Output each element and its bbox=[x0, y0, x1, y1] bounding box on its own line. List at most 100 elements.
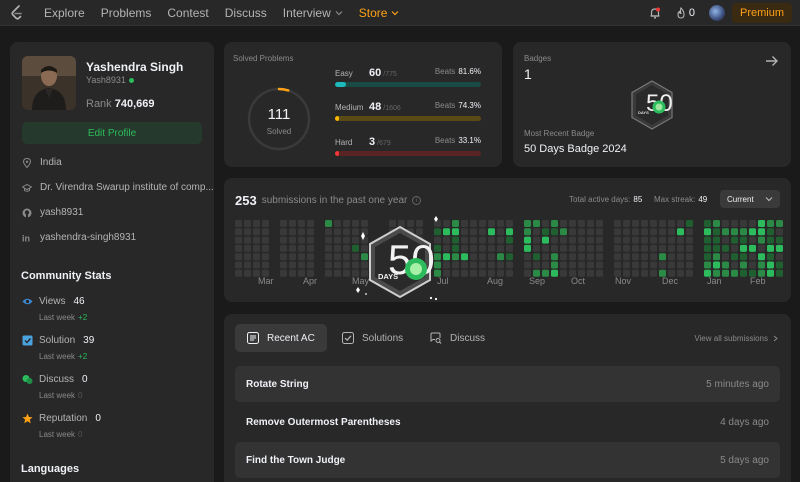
heatmap-cell bbox=[740, 236, 747, 244]
heatmap-cell bbox=[587, 244, 594, 252]
heatmap-cell bbox=[560, 269, 567, 277]
heatmap-cell bbox=[632, 236, 639, 244]
heatmap-cell bbox=[551, 244, 558, 252]
heatmap-cell bbox=[551, 253, 558, 261]
view-all-submissions-link[interactable]: View all submissions bbox=[694, 334, 779, 343]
profile-name: Yashendra Singh bbox=[86, 60, 184, 74]
tab-solutions[interactable]: Solutions bbox=[330, 324, 415, 352]
heatmap-cell bbox=[470, 228, 477, 236]
heatmap-cell bbox=[443, 244, 450, 252]
month-label: Jan bbox=[707, 276, 722, 286]
heatmap-cell bbox=[470, 269, 477, 277]
heatmap-cell bbox=[749, 253, 756, 261]
tab-discuss[interactable]: Discuss bbox=[418, 324, 497, 352]
heatmap-cell bbox=[325, 228, 332, 236]
info-icon[interactable]: i bbox=[412, 196, 422, 205]
heatmap-cell bbox=[686, 220, 693, 227]
discuss-icon bbox=[22, 375, 33, 384]
overlay-badge-days-label: DAYS bbox=[378, 272, 398, 281]
heatmap-cell bbox=[533, 261, 540, 269]
streak-counter[interactable]: 0 bbox=[676, 7, 695, 19]
heatmap-cell bbox=[632, 244, 639, 252]
heatmap-cell bbox=[686, 244, 693, 252]
heatmap-cell bbox=[578, 244, 585, 252]
heatmap-cell bbox=[578, 261, 585, 269]
heatmap-cell bbox=[758, 261, 765, 269]
solved-problems-card: Solved Problems 111 Solved Easy 60 /775 … bbox=[224, 42, 502, 167]
heatmap-cell bbox=[452, 253, 459, 261]
nav-store[interactable]: Store bbox=[359, 6, 400, 20]
month-label: Sep bbox=[529, 276, 546, 286]
heatmap-cell bbox=[497, 244, 504, 252]
heatmap-cell bbox=[767, 236, 774, 244]
heatmap-cell bbox=[776, 253, 783, 261]
nav-problems[interactable]: Problems bbox=[101, 6, 152, 20]
heatmap-cell bbox=[560, 220, 567, 227]
heatmap-cell bbox=[776, 236, 783, 244]
chevron-down-icon bbox=[392, 10, 399, 15]
heatmap-cell bbox=[506, 269, 513, 277]
heatmap-cell bbox=[461, 244, 468, 252]
stat-solution-sub: Last week +2 bbox=[39, 352, 88, 361]
heatmap-cell bbox=[542, 220, 549, 227]
heatmap-cell bbox=[307, 220, 314, 227]
leetcode-logo-icon[interactable] bbox=[10, 4, 24, 21]
premium-button[interactable]: Premium bbox=[731, 3, 792, 23]
info-location: India bbox=[22, 157, 62, 168]
heatmap-cell bbox=[749, 244, 756, 252]
tab-recent-ac[interactable]: Recent AC bbox=[235, 324, 327, 352]
star-icon bbox=[22, 413, 33, 424]
heatmap-cell bbox=[262, 261, 269, 269]
heatmap-cell bbox=[334, 220, 341, 227]
edit-profile-button[interactable]: Edit Profile bbox=[22, 122, 202, 144]
nav-interview[interactable]: Interview bbox=[283, 6, 343, 20]
month-label: Feb bbox=[750, 276, 766, 286]
heatmap-cell bbox=[506, 236, 513, 244]
profile-photo bbox=[22, 56, 76, 110]
heatmap-cell bbox=[488, 228, 495, 236]
badges-card[interactable]: Badges 1 50 DAYS Most Recent Badge 50 Da… bbox=[513, 42, 791, 167]
difficulty-medium: Medium 48 /1606 Beats 74.3% bbox=[335, 101, 481, 121]
period-select[interactable]: Current bbox=[720, 190, 780, 208]
heatmap-cell bbox=[289, 244, 296, 252]
heatmap-cell bbox=[731, 261, 738, 269]
submission-row[interactable]: Rotate String 5 minutes ago bbox=[235, 366, 780, 402]
heatmap-cell bbox=[587, 220, 594, 227]
info-linkedin[interactable]: in yashendra-singh8931 bbox=[22, 232, 136, 243]
user-avatar[interactable] bbox=[708, 5, 725, 21]
nav-explore[interactable]: Explore bbox=[44, 6, 85, 20]
heatmap-cell bbox=[560, 228, 567, 236]
arrow-right-icon[interactable] bbox=[765, 54, 779, 68]
heatmap-cell bbox=[677, 236, 684, 244]
heatmap-cell bbox=[443, 228, 450, 236]
heatmap-cell bbox=[479, 244, 486, 252]
heatmap-cell bbox=[244, 261, 251, 269]
heatmap-cell bbox=[497, 253, 504, 261]
info-school: Dr. Virendra Swarup institute of comp... bbox=[22, 182, 214, 193]
heatmap-cell bbox=[650, 244, 657, 252]
info-github[interactable]: yash8931 bbox=[22, 207, 83, 218]
heatmap-cell bbox=[452, 269, 459, 277]
heatmap-cell bbox=[343, 269, 350, 277]
bell-icon[interactable] bbox=[648, 6, 662, 20]
nav-contest[interactable]: Contest bbox=[167, 6, 208, 20]
heatmap-cell bbox=[731, 228, 738, 236]
heatmap-cell bbox=[542, 261, 549, 269]
heatmap-cell bbox=[524, 236, 531, 244]
month-label: Aug bbox=[487, 276, 504, 286]
heatmap-cell bbox=[677, 244, 684, 252]
heatmap-cell bbox=[298, 261, 305, 269]
submission-row[interactable]: Remove Outermost Parentheses 4 days ago bbox=[235, 404, 780, 440]
heatmap-cell bbox=[767, 220, 774, 227]
heatmap-cell bbox=[551, 220, 558, 227]
heatmap-cell bbox=[713, 244, 720, 252]
submission-row[interactable]: Find the Town Judge 5 days ago bbox=[235, 442, 780, 478]
heatmap-cell bbox=[659, 261, 666, 269]
heatmap-cell bbox=[244, 236, 251, 244]
heatmap-cell bbox=[452, 220, 459, 227]
nav-discuss[interactable]: Discuss bbox=[225, 6, 267, 20]
heatmap-cell bbox=[325, 220, 332, 227]
heatmap-cell bbox=[461, 236, 468, 244]
heatmap-cell bbox=[668, 236, 675, 244]
heatmap-cell bbox=[722, 261, 729, 269]
